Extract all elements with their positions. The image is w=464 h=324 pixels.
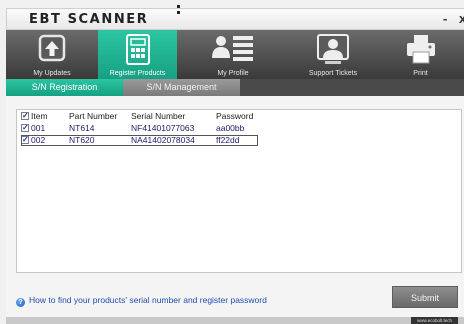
help-link-text[interactable]: How to find your products' serial number… [29, 295, 267, 305]
nav-label: My Updates [33, 70, 71, 77]
row-item: 002 [21, 134, 61, 146]
sub-tab-bar: S/N Registration S/N Management [6, 79, 464, 96]
header-item-label: Item [31, 111, 48, 121]
row-checkbox[interactable] [21, 122, 29, 133]
row-item-value: 001 [31, 123, 46, 133]
nav-support-tickets[interactable]: Support Tickets [289, 30, 377, 79]
header-password[interactable]: Password [216, 111, 276, 122]
header-part-number[interactable]: Part Number [69, 111, 129, 122]
nav-label: My Profile [217, 70, 249, 77]
nav-label: Print [413, 70, 428, 77]
select-all-checkbox[interactable] [21, 110, 29, 121]
header-serial-number[interactable]: Serial Number [131, 111, 221, 122]
row-checkbox[interactable] [21, 134, 29, 145]
row-password: aa00bb [216, 123, 245, 133]
row-part-number: NT620 [69, 135, 95, 145]
support-person-icon [315, 34, 351, 71]
tab-sn-registration[interactable]: S/N Registration [6, 79, 123, 96]
row-password: ff22dd [216, 135, 240, 145]
printer-icon [405, 34, 437, 71]
submit-button[interactable]: Submit [392, 286, 458, 308]
row-serial-number: NA41402078034 [131, 135, 195, 145]
app-window: EBT SCANNER - x My Updates Register Prod… [0, 0, 464, 324]
header-item[interactable]: Item [21, 110, 61, 122]
nav-label: Register Products [109, 70, 166, 77]
row-serial-number: NF41401077063 [131, 123, 195, 133]
upload-arrow-icon [37, 34, 67, 69]
close-button[interactable]: x [459, 11, 464, 26]
row-item: 001 [21, 122, 61, 134]
nav-my-updates[interactable]: My Updates [6, 30, 98, 79]
tab-sn-management[interactable]: S/N Management [123, 79, 240, 96]
help-icon: ? [16, 298, 25, 307]
title-bar[interactable]: EBT SCANNER - x [6, 5, 464, 30]
nav-my-profile[interactable]: My Profile [177, 30, 289, 79]
nav-print[interactable]: Print [377, 30, 464, 79]
footer-bar: www.ecobolt.tech [6, 317, 464, 324]
help-link[interactable]: ? How to find your products' serial numbe… [16, 295, 267, 307]
register-grid-icon [125, 34, 151, 71]
footer-brand: www.ecobolt.tech [410, 317, 458, 324]
row-part-number: NT614 [69, 123, 95, 133]
drag-handle-icon[interactable] [177, 5, 180, 15]
profile-list-icon [210, 34, 256, 71]
row-item-value: 002 [31, 135, 46, 145]
nav-register-products[interactable]: Register Products [98, 30, 177, 79]
main-nav: My Updates Register Products My Profile … [6, 30, 464, 79]
serial-table: Item Part Number Serial Number Password … [16, 109, 462, 273]
registration-panel: Item Part Number Serial Number Password … [6, 96, 464, 324]
nav-label: Support Tickets [308, 70, 358, 77]
app-title: EBT SCANNER [29, 12, 149, 27]
minimize-button[interactable]: - [443, 11, 447, 26]
